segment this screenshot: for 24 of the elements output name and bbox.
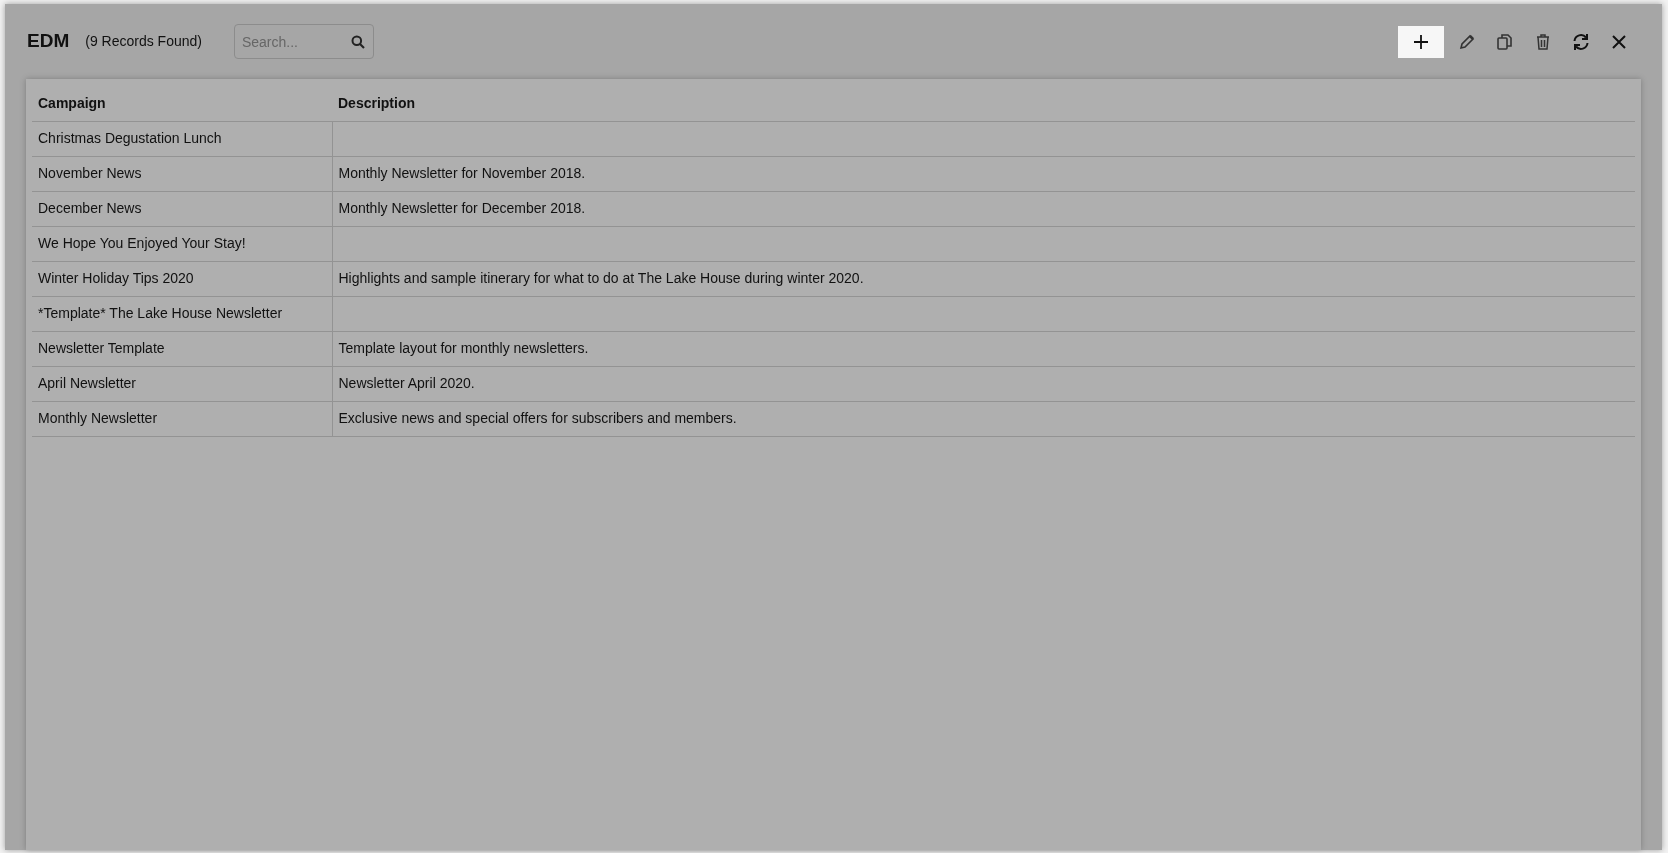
table-cell: April Newsletter (32, 366, 332, 401)
column-header: Description (332, 87, 1635, 121)
table-cell: *Template* The Lake House Newsletter (32, 296, 332, 331)
copy-icon (1495, 31, 1515, 52)
table-cell: We Hope You Enjoyed Your Stay! (32, 226, 332, 261)
table-cell: December News (32, 191, 332, 226)
table-cell: November News (32, 156, 332, 191)
table-cell: Highlights and sample itinerary for what to do at The Lake House during winter 2020. (332, 261, 1635, 296)
refresh-icon (1571, 31, 1591, 52)
table-cell: Winter Holiday Tips 2020 (32, 261, 332, 296)
table-cell: Newsletter Template (32, 331, 332, 366)
table-cell: Monthly Newsletter for November 2018. (332, 156, 1635, 191)
column-header: Campaign (32, 87, 332, 121)
search-field[interactable]: Search... (233, 24, 374, 59)
table-cell: Monthly Newsletter (32, 401, 332, 436)
window-title: EDM (27, 29, 70, 54)
table-cell: Template layout for monthly newsletters. (332, 331, 1635, 366)
table-cell: Christmas Degustation Lunch (32, 121, 332, 156)
table-cell: Newsletter April 2020. (332, 366, 1635, 401)
add-button[interactable] (1398, 25, 1444, 58)
search-icon (350, 35, 365, 49)
table-cell: Exclusive news and special offers for subscribers and members. (332, 401, 1635, 436)
record-count: (9 Records Found) (85, 32, 202, 51)
table-cell: Monthly Newsletter for December 2018. (332, 191, 1635, 226)
